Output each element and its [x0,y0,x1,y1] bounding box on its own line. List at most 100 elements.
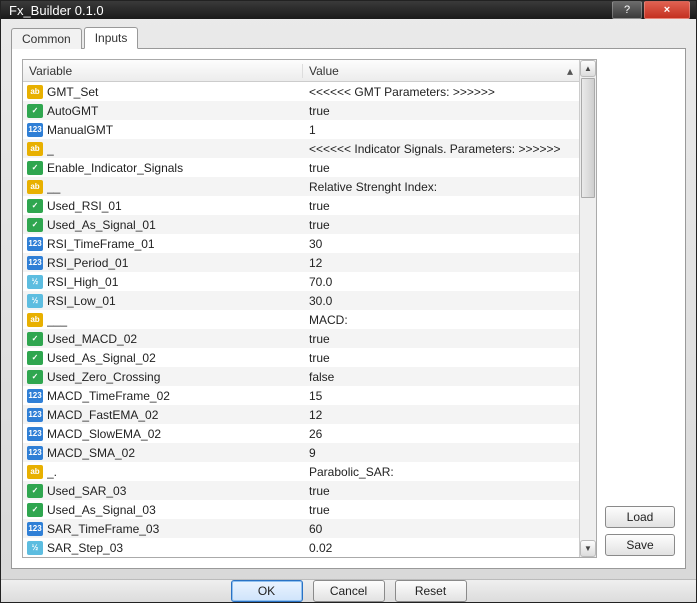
int-type-icon: 123 [27,427,43,441]
variable-value[interactable]: 26 [303,427,579,441]
table-row[interactable]: ✓AutoGMTtrue [23,101,579,120]
table-row[interactable]: ✓Used_RSI_01true [23,196,579,215]
variable-name: Used_MACD_02 [47,332,303,346]
variable-value[interactable]: 30.0 [303,294,579,308]
variable-value[interactable]: 0.02 [303,541,579,555]
table-row[interactable]: ab_<<<<<< Indicator Signals. Parameters:… [23,139,579,158]
variable-name: Used_Zero_Crossing [47,370,303,384]
variable-name: _. [47,465,303,479]
variable-value[interactable]: true [303,218,579,232]
app-window: Fx_Builder 0.1.0 ? × Common Inputs Varia… [0,0,697,603]
help-button[interactable]: ? [612,1,642,19]
cancel-button[interactable]: Cancel [313,580,385,602]
table-row[interactable]: 123 MACD_SMA_029 [23,443,579,462]
tab-panel: Variable Value ▴ abGMT_Set<<<<<< GMT Par… [11,48,686,569]
bool-type-icon: ✓ [27,484,43,498]
variable-name: ___ [47,313,303,327]
variable-value[interactable]: Parabolic_SAR: [303,465,579,479]
variable-value[interactable]: true [303,484,579,498]
variable-value[interactable]: true [303,332,579,346]
side-buttons: Load Save [605,59,675,558]
variable-value[interactable]: 30 [303,237,579,251]
variable-value[interactable]: 70.0 [303,275,579,289]
int-type-icon: 123 [27,446,43,460]
bool-type-icon: ✓ [27,351,43,365]
titlebar[interactable]: Fx_Builder 0.1.0 ? × [1,1,696,19]
int-type-icon: 123 [27,123,43,137]
table-row[interactable]: ✓Used_As_Signal_02true [23,348,579,367]
ab-type-icon: ab [27,313,43,327]
tab-inputs[interactable]: Inputs [84,27,139,49]
scroll-up-button[interactable]: ▲ [580,60,596,77]
table-row[interactable]: ½RSI_Low_0130.0 [23,291,579,310]
table-row[interactable]: ½SAR_Step_030.02 [23,538,579,557]
ab-type-icon: ab [27,465,43,479]
bool-type-icon: ✓ [27,218,43,232]
table-row[interactable]: 123RSI_TimeFrame_0130 [23,234,579,253]
table-row[interactable]: ab _.Parabolic_SAR: [23,462,579,481]
col-header-value[interactable]: Value [303,64,561,78]
tab-common[interactable]: Common [11,28,82,49]
ab-type-icon: ab [27,180,43,194]
bool-type-icon: ✓ [27,503,43,517]
variable-value[interactable]: true [303,351,579,365]
scroll-thumb[interactable] [581,78,595,198]
table-row[interactable]: 123MACD_FastEMA_0212 [23,405,579,424]
save-button[interactable]: Save [605,534,675,556]
int-type-icon: 123 [27,389,43,403]
table-row[interactable]: ✓Used_Zero_Crossingfalse [23,367,579,386]
reset-button[interactable]: Reset [395,580,467,602]
variable-name: Enable_Indicator_Signals [47,161,303,175]
table-row[interactable]: 123RSI_Period_0112 [23,253,579,272]
variable-value[interactable]: <<<<<< Indicator Signals. Parameters: >>… [303,142,579,156]
variable-value[interactable]: 60 [303,522,579,536]
variable-name: Used_As_Signal_01 [47,218,303,232]
load-button[interactable]: Load [605,506,675,528]
table-row[interactable]: ✓Used_SAR_03true [23,481,579,500]
variable-value[interactable]: false [303,370,579,384]
variable-value[interactable]: MACD: [303,313,579,327]
inputs-grid: Variable Value ▴ abGMT_Set<<<<<< GMT Par… [22,59,597,558]
table-row[interactable]: 123MACD_TimeFrame_0215 [23,386,579,405]
variable-value[interactable]: true [303,503,579,517]
variable-name: SAR_TimeFrame_03 [47,522,303,536]
table-row[interactable]: ab ___MACD: [23,310,579,329]
table-row[interactable]: ✓ Used_As_Signal_01true [23,215,579,234]
table-row[interactable]: ✓Used_MACD_02true [23,329,579,348]
bottom-bar: OK Cancel Reset [1,579,696,602]
grid-header: Variable Value ▴ [23,60,579,82]
variable-value[interactable]: true [303,104,579,118]
variable-name: RSI_Low_01 [47,294,303,308]
table-row[interactable]: 123 SAR_TimeFrame_0360 [23,519,579,538]
variable-name: RSI_High_01 [47,275,303,289]
variable-value[interactable]: true [303,199,579,213]
variable-value[interactable]: 15 [303,389,579,403]
scroll-down-button[interactable]: ▼ [580,540,596,557]
variable-name: MACD_SMA_02 [47,446,303,460]
table-row[interactable]: 123ManualGMT1 [23,120,579,139]
col-header-sort-icon[interactable]: ▴ [561,64,579,78]
table-row[interactable]: ✓Used_As_Signal_03true [23,500,579,519]
ok-button[interactable]: OK [231,580,303,602]
variable-value[interactable]: 12 [303,408,579,422]
variable-name: __ [47,180,303,194]
variable-value[interactable]: Relative Strenght Index: [303,180,579,194]
variable-value[interactable]: 9 [303,446,579,460]
table-row[interactable]: abGMT_Set<<<<<< GMT Parameters: >>>>>> [23,82,579,101]
table-row[interactable]: ✓Enable_Indicator_Signalstrue [23,158,579,177]
int-type-icon: 123 [27,522,43,536]
grid-body: abGMT_Set<<<<<< GMT Parameters: >>>>>>✓A… [23,82,579,557]
col-header-variable[interactable]: Variable [23,64,303,78]
table-row[interactable]: ab __Relative Strenght Index: [23,177,579,196]
bool-type-icon: ✓ [27,104,43,118]
variable-value[interactable]: <<<<<< GMT Parameters: >>>>>> [303,85,579,99]
table-row[interactable]: 123 MACD_SlowEMA_0226 [23,424,579,443]
table-row[interactable]: ½RSI_High_0170.0 [23,272,579,291]
vertical-scrollbar[interactable]: ▲ ▼ [579,60,596,557]
close-button[interactable]: × [644,1,690,19]
variable-name: MACD_SlowEMA_02 [47,427,303,441]
ab-type-icon: ab [27,85,43,99]
variable-value[interactable]: 1 [303,123,579,137]
variable-value[interactable]: true [303,161,579,175]
variable-value[interactable]: 12 [303,256,579,270]
